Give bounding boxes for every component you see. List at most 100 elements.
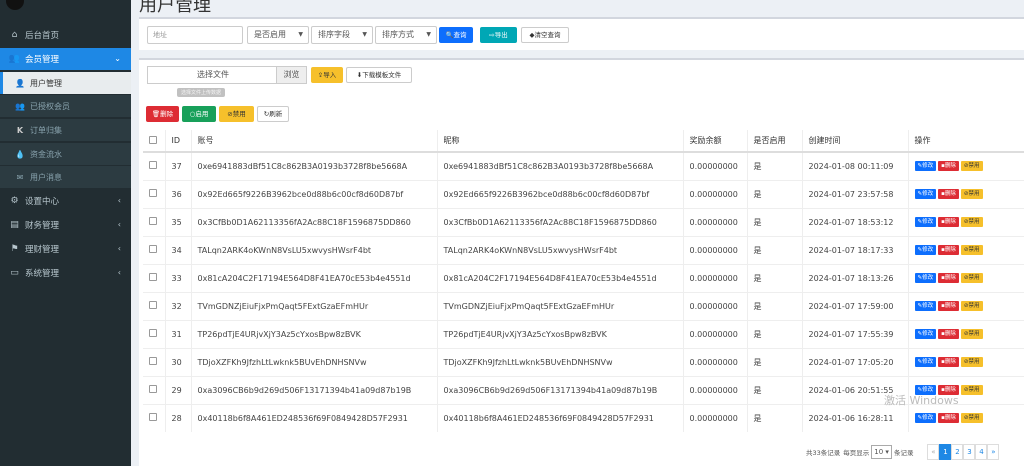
disable-button[interactable]: ⊘禁用 — [960, 357, 983, 367]
disable-button[interactable]: ⊘禁用 — [960, 189, 983, 199]
disable-button[interactable]: ⊘禁用 — [960, 273, 983, 283]
sidebar-item-label: 设置中心 — [25, 197, 60, 207]
refresh-button[interactable]: ↻刷新 — [257, 106, 289, 122]
row-checkbox[interactable] — [149, 161, 157, 170]
sidebar-item-system[interactable]: ▭ 系统管理 ‹ — [0, 262, 131, 284]
edit-button[interactable]: ✎修改 — [914, 329, 937, 339]
export-button-label: 导出 — [494, 31, 508, 39]
col-enabled[interactable]: 是否启用 — [747, 130, 803, 153]
delete-button[interactable]: ▪删除 — [938, 189, 959, 199]
row-select-cell[interactable] — [143, 179, 166, 208]
page-3[interactable]: 3 — [963, 444, 976, 460]
page-2[interactable]: 2 — [951, 444, 964, 460]
delete-button[interactable]: ▪删除 — [938, 357, 959, 367]
sidebar-item-home[interactable]: ⌂ 后台首页 — [0, 24, 131, 46]
delete-button[interactable]: ▪删除 — [938, 329, 959, 339]
page-1[interactable]: 1 — [939, 444, 952, 460]
col-balance[interactable]: 奖励余额 — [683, 130, 748, 153]
col-account[interactable]: 账号 — [191, 130, 438, 153]
bulk-enable-button[interactable]: ○启用 — [182, 106, 216, 122]
sidebar-item-settings[interactable]: ⚙ 设置中心 ‹ — [0, 190, 131, 212]
row-select-cell[interactable] — [143, 291, 166, 320]
chevron-left-icon: ‹ — [117, 244, 121, 253]
disable-button[interactable]: ⊘禁用 — [960, 301, 983, 311]
disable-button[interactable]: ⊘禁用 — [960, 413, 983, 424]
address-input[interactable]: 地址 — [147, 26, 243, 44]
row-select-cell[interactable] — [143, 347, 166, 376]
page-next[interactable]: » — [987, 444, 1000, 460]
edit-button[interactable]: ✎修改 — [914, 161, 937, 172]
sort-order-select[interactable]: 排序方式 ▼ — [375, 26, 437, 44]
sidebar-item-orders[interactable]: K 订单归集 — [0, 119, 131, 141]
bulk-disable-button[interactable]: ⊘禁用 — [219, 106, 254, 122]
row-checkbox[interactable] — [149, 273, 157, 281]
col-id[interactable]: ID — [165, 130, 192, 153]
row-select-cell[interactable] — [143, 151, 166, 180]
file-chooser[interactable]: 选择文件 浏览 — [147, 66, 307, 84]
download-template-button[interactable]: ⬇下载模板文件 — [346, 67, 412, 83]
sort-field-select[interactable]: 排序字段 ▼ — [311, 26, 373, 44]
disable-button[interactable]: ⊘禁用 — [960, 385, 983, 395]
sidebar-item-user-management[interactable]: 👤 用户管理 — [0, 72, 131, 94]
row-checkbox[interactable] — [149, 329, 157, 337]
delete-button[interactable]: ▪删除 — [938, 161, 959, 172]
cell-enabled: 是 — [747, 235, 803, 264]
row-select-cell[interactable] — [143, 263, 166, 292]
delete-button[interactable]: ▪删除 — [938, 245, 959, 255]
edit-button[interactable]: ✎修改 — [914, 217, 937, 227]
row-select-cell[interactable] — [143, 235, 166, 264]
row-select-cell[interactable] — [143, 319, 166, 348]
row-checkbox[interactable] — [149, 245, 157, 253]
edit-button[interactable]: ✎修改 — [914, 189, 937, 199]
row-checkbox[interactable] — [149, 357, 157, 365]
edit-button[interactable]: ✎修改 — [914, 301, 937, 311]
row-select-cell[interactable] — [143, 207, 166, 236]
row-checkbox[interactable] — [149, 385, 157, 393]
sidebar-item-authorized-members[interactable]: 👥 已授权会员 — [0, 95, 131, 117]
edit-button[interactable]: ✎修改 — [914, 245, 937, 255]
drop-icon: 💧 — [15, 149, 25, 159]
import-button[interactable]: ⇪导入 — [311, 67, 343, 83]
delete-button[interactable]: ▪删除 — [938, 301, 959, 311]
cell-id: 36 — [165, 179, 192, 208]
table-row: 33 0x81cA204C2F17194E564D8F41EA70cE53b4e4… — [143, 263, 1024, 292]
col-nickname[interactable]: 昵称 — [437, 130, 684, 153]
cell-nickname: 0xe6941883dBf51C8c862B3A0193b3728f8be566… — [437, 151, 684, 180]
edit-button[interactable]: ✎修改 — [914, 413, 937, 424]
select-all-checkbox[interactable] — [149, 135, 157, 144]
disable-button[interactable]: ⊘禁用 — [960, 329, 983, 339]
select-all-header[interactable] — [143, 130, 166, 153]
row-select-cell[interactable] — [143, 403, 166, 432]
disable-label: 禁用 — [968, 331, 980, 337]
bulk-delete-button[interactable]: 🗑删除 — [146, 106, 179, 122]
disable-button[interactable]: ⊘禁用 — [960, 245, 983, 255]
row-select-cell[interactable] — [143, 375, 166, 404]
disable-button[interactable]: ⊘禁用 — [960, 161, 983, 172]
export-button[interactable]: ⇨导出 — [480, 27, 517, 43]
edit-button[interactable]: ✎修改 — [914, 357, 937, 367]
row-checkbox[interactable] — [149, 189, 157, 197]
delete-button[interactable]: ▪删除 — [938, 273, 959, 283]
page-prev[interactable]: « — [927, 444, 940, 460]
delete-button[interactable]: ▪删除 — [938, 413, 959, 424]
cell-balance: 0.00000000 — [683, 151, 748, 180]
enabled-select[interactable]: 是否启用 ▼ — [247, 26, 309, 44]
delete-button[interactable]: ▪删除 — [938, 217, 959, 227]
cell-nickname: TALqn2ARK4oKWnN8VsLU5xwvysHWsrF4bt — [437, 235, 684, 264]
row-checkbox[interactable] — [149, 413, 157, 422]
sidebar-item-member-management[interactable]: 👥 会员管理 ⌄ — [0, 48, 131, 70]
sidebar-item-finance[interactable]: ▤ 财务管理 ‹ — [0, 214, 131, 236]
sidebar-item-wealth[interactable]: ⚑ 理财管理 ‹ — [0, 238, 131, 260]
col-created[interactable]: 创建时间 — [802, 130, 909, 153]
edit-button[interactable]: ✎修改 — [914, 273, 937, 283]
disable-button[interactable]: ⊘禁用 — [960, 217, 983, 227]
clear-search-button[interactable]: ◆清空查询 — [521, 27, 569, 43]
row-checkbox[interactable] — [149, 217, 157, 225]
browse-button[interactable]: 浏览 — [276, 67, 306, 83]
sidebar-item-fund-flow[interactable]: 💧 资金流水 — [0, 143, 131, 165]
page-4[interactable]: 4 — [975, 444, 988, 460]
search-button[interactable]: 🔍查询 — [439, 27, 473, 43]
sidebar-item-user-messages[interactable]: ✉ 用户消息 — [0, 166, 131, 188]
per-page-select[interactable]: 10 ▾ — [871, 445, 892, 459]
row-checkbox[interactable] — [149, 301, 157, 309]
